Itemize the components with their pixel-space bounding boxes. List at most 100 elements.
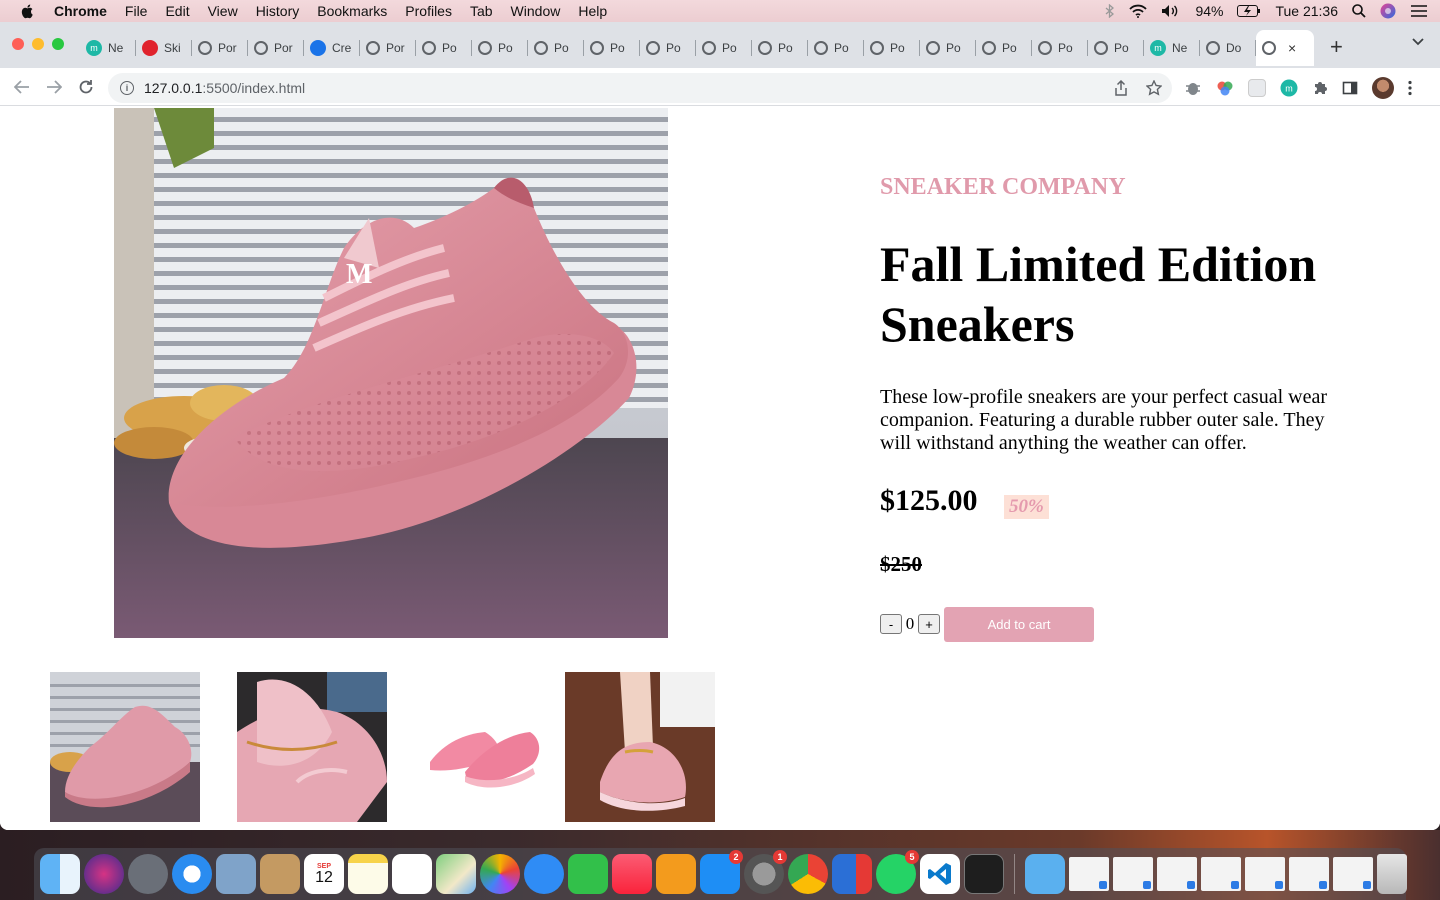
main-product-image[interactable]: M xyxy=(114,108,668,638)
notes-icon[interactable] xyxy=(348,854,388,894)
trash-icon[interactable] xyxy=(1377,854,1407,894)
system-preferences-icon[interactable]: 1 xyxy=(744,850,787,894)
reminders-icon[interactable] xyxy=(392,854,432,894)
volume-icon[interactable] xyxy=(1161,4,1181,18)
menu-bookmarks[interactable]: Bookmarks xyxy=(317,3,387,19)
decrease-quantity-button[interactable]: - xyxy=(880,614,902,634)
active-browser-tab[interactable]: × xyxy=(1256,30,1314,66)
launchpad-icon[interactable] xyxy=(128,854,168,894)
close-window-button[interactable] xyxy=(12,38,24,50)
meet-extension-icon[interactable]: m xyxy=(1280,79,1298,97)
browser-tab[interactable]: Por xyxy=(192,32,248,64)
contacts-icon[interactable] xyxy=(260,854,300,894)
finder-icon[interactable] xyxy=(40,854,80,894)
facetime-icon[interactable] xyxy=(568,854,608,894)
vscode-icon[interactable] xyxy=(920,854,960,894)
browser-tab[interactable]: m Ne xyxy=(80,32,136,64)
browser-tab[interactable]: Po xyxy=(1032,32,1088,64)
bookmark-star-icon[interactable] xyxy=(1146,80,1162,96)
tab-search-chevron-icon[interactable] xyxy=(1412,38,1424,46)
browser-tab[interactable]: Po xyxy=(640,32,696,64)
apple-menu-icon[interactable] xyxy=(20,3,36,19)
profile-avatar[interactable] xyxy=(1372,77,1394,99)
menu-profiles[interactable]: Profiles xyxy=(405,3,452,19)
whatsapp-icon[interactable]: 5 xyxy=(876,850,919,894)
address-bar[interactable]: i 127.0.0.1:5500/index.html xyxy=(108,73,1172,103)
document-stack-3-icon[interactable] xyxy=(1157,857,1197,891)
downloads-folder-icon[interactable] xyxy=(1025,854,1065,894)
browser-tab[interactable]: m Ne xyxy=(1144,32,1200,64)
share-icon[interactable] xyxy=(1114,80,1128,96)
browser-tab[interactable]: Po xyxy=(528,32,584,64)
minimize-window-button[interactable] xyxy=(32,38,44,50)
document-stack-1-icon[interactable] xyxy=(1069,857,1109,891)
add-to-cart-button[interactable]: Add to cart xyxy=(944,607,1094,642)
back-button[interactable] xyxy=(12,77,32,97)
menubar-clock[interactable]: Tue 21:36 xyxy=(1275,3,1338,19)
browser-tab[interactable]: Po xyxy=(1088,32,1144,64)
forward-button[interactable] xyxy=(44,77,64,97)
color-picker-extension-icon[interactable] xyxy=(1216,79,1234,97)
messages-icon[interactable] xyxy=(524,854,564,894)
menu-help[interactable]: Help xyxy=(578,3,607,19)
calendar-icon[interactable]: SEP 12 xyxy=(304,854,344,894)
thumbnail-3[interactable] xyxy=(415,672,565,822)
preview-icon[interactable] xyxy=(216,854,256,894)
app-store-icon[interactable]: 2 xyxy=(700,850,743,894)
thumbnail-1[interactable] xyxy=(50,672,200,822)
document-stack-6-icon[interactable] xyxy=(1289,857,1329,891)
menu-edit[interactable]: Edit xyxy=(165,3,189,19)
browser-tab[interactable]: Po xyxy=(976,32,1032,64)
safari-icon[interactable] xyxy=(172,854,212,894)
browser-tab[interactable]: Po xyxy=(416,32,472,64)
reload-button[interactable] xyxy=(76,77,96,97)
browser-tab[interactable]: Po xyxy=(472,32,528,64)
books-icon[interactable] xyxy=(656,854,696,894)
chrome-dock-icon[interactable] xyxy=(788,854,828,894)
menu-history[interactable]: History xyxy=(256,3,300,19)
document-stack-7-icon[interactable] xyxy=(1333,857,1373,891)
browser-tab[interactable]: Ski xyxy=(136,32,192,64)
browser-tab[interactable]: Po xyxy=(752,32,808,64)
browser-tab[interactable]: Po xyxy=(808,32,864,64)
site-info-icon[interactable]: i xyxy=(120,81,134,95)
battery-percent[interactable]: 94% xyxy=(1195,3,1223,19)
document-stack-4-icon[interactable] xyxy=(1201,857,1241,891)
thumbnail-2[interactable] xyxy=(237,672,387,822)
document-stack-2-icon[interactable] xyxy=(1113,857,1153,891)
menu-app-name[interactable]: Chrome xyxy=(54,3,107,19)
control-center-icon[interactable] xyxy=(1410,4,1428,18)
thumbnail-4[interactable] xyxy=(565,672,715,822)
side-panel-icon[interactable] xyxy=(1342,80,1358,96)
menu-file[interactable]: File xyxy=(125,3,148,19)
browser-tab[interactable]: Po xyxy=(864,32,920,64)
siri-icon[interactable] xyxy=(1380,3,1396,19)
remote-desktop-icon[interactable] xyxy=(832,854,872,894)
new-tab-button[interactable]: + xyxy=(1330,34,1343,60)
menu-view[interactable]: View xyxy=(208,3,238,19)
wifi-icon[interactable] xyxy=(1129,4,1148,18)
browser-tab[interactable]: Por xyxy=(360,32,416,64)
menu-tab[interactable]: Tab xyxy=(470,3,493,19)
increase-quantity-button[interactable]: + xyxy=(918,614,940,634)
close-tab-icon[interactable]: × xyxy=(1288,40,1296,56)
music-icon[interactable] xyxy=(612,854,652,894)
browser-tab[interactable]: Po xyxy=(584,32,640,64)
bug-extension-icon[interactable] xyxy=(1184,79,1202,97)
browser-tab[interactable]: Cre xyxy=(304,32,360,64)
document-stack-5-icon[interactable] xyxy=(1245,857,1285,891)
maximize-window-button[interactable] xyxy=(52,38,64,50)
puzzle-extensions-icon[interactable] xyxy=(1312,80,1328,96)
browser-tab[interactable]: Por xyxy=(248,32,304,64)
browser-tab[interactable]: Po xyxy=(920,32,976,64)
grid-extension-icon[interactable] xyxy=(1248,79,1266,97)
terminal-icon[interactable] xyxy=(964,854,1004,894)
menu-window[interactable]: Window xyxy=(511,3,561,19)
battery-charging-icon[interactable] xyxy=(1237,5,1261,17)
browser-tab[interactable]: Po xyxy=(696,32,752,64)
browser-tab[interactable]: Do xyxy=(1200,32,1256,64)
spotlight-search-icon[interactable] xyxy=(1352,4,1366,18)
bluetooth-icon[interactable] xyxy=(1105,4,1115,18)
photos-icon[interactable] xyxy=(480,854,520,894)
siri-dock-icon[interactable] xyxy=(84,854,124,894)
